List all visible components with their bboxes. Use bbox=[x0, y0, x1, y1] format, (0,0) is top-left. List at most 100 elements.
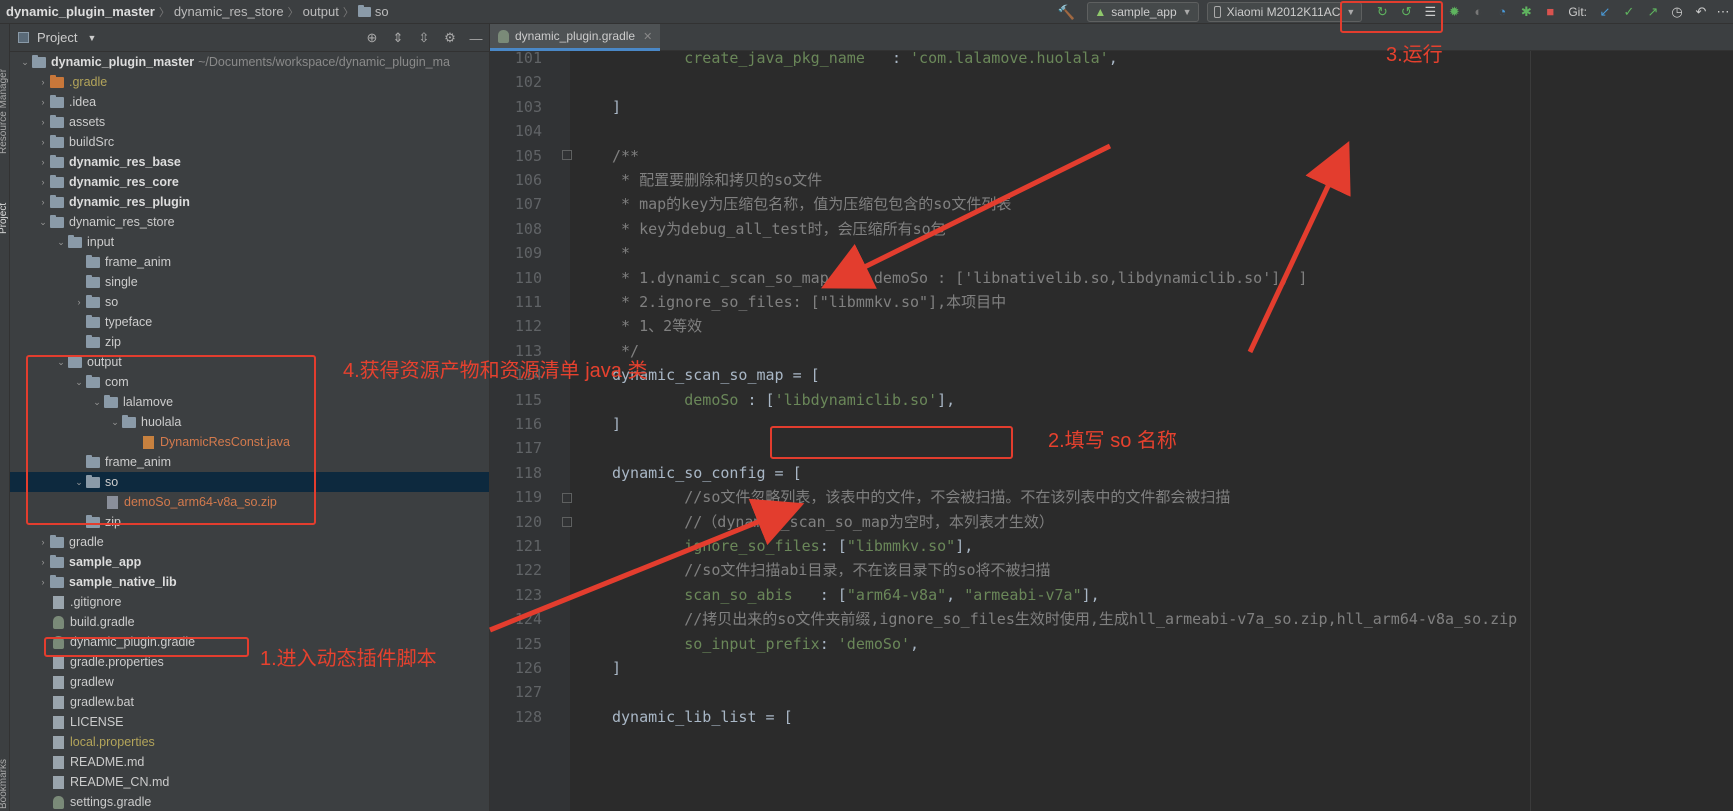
code-token: //拷贝出来的so文件夹前缀,ignore_so_files生效时使用,生成hl… bbox=[612, 610, 1518, 629]
minimize-icon[interactable]: — bbox=[463, 31, 489, 46]
tree-row[interactable]: frame_anim bbox=[10, 252, 489, 272]
code-token: : [ bbox=[738, 390, 775, 409]
expand-all-icon[interactable]: ⇕ bbox=[385, 30, 411, 46]
code-token: , bbox=[1108, 51, 1118, 67]
chevron-down-icon[interactable]: ⌄ bbox=[54, 237, 68, 248]
module-icon bbox=[50, 574, 64, 588]
module-icon bbox=[50, 554, 64, 568]
tree-row[interactable]: › .idea bbox=[10, 92, 489, 112]
breadcrumb-item-output[interactable]: output bbox=[299, 4, 343, 19]
stop-icon[interactable]: ■ bbox=[1538, 1, 1562, 23]
tree-row[interactable]: gradlew bbox=[10, 672, 489, 692]
tree-row[interactable]: › dynamic_res_core bbox=[10, 172, 489, 192]
tree-row[interactable]: settings.gradle bbox=[10, 792, 489, 811]
git-push-icon[interactable]: ↗ bbox=[1641, 1, 1665, 23]
chevron-right-icon[interactable]: › bbox=[36, 137, 50, 147]
close-icon[interactable]: ✕ bbox=[643, 30, 652, 43]
project-tab[interactable]: Project bbox=[0, 203, 9, 234]
module-icon bbox=[32, 54, 46, 68]
chevron-down-icon[interactable]: ⌄ bbox=[36, 217, 50, 228]
tree-row-label: assets bbox=[69, 115, 106, 129]
tree-row[interactable]: gradlew.bat bbox=[10, 692, 489, 712]
history-clock-icon[interactable]: ◷ bbox=[1665, 1, 1689, 23]
dropdown-arrow-icon[interactable]: ▼ bbox=[87, 33, 96, 43]
profiler-icon[interactable]: ◔ bbox=[1490, 1, 1514, 23]
breadcrumb-item-root[interactable]: dynamic_plugin_master bbox=[2, 4, 159, 19]
tree-row[interactable]: README.md bbox=[10, 752, 489, 772]
tree-row[interactable]: ⌄ dynamic_plugin_master ~/Documents/worksp… bbox=[10, 52, 489, 72]
module-icon bbox=[50, 194, 64, 208]
code-text: /** bbox=[612, 143, 639, 170]
bookmarks-tab[interactable]: Bookmarks bbox=[0, 759, 9, 809]
tree-row[interactable]: › dynamic_res_plugin bbox=[10, 192, 489, 212]
line-number: 119 bbox=[514, 488, 542, 507]
tree-row[interactable]: › sample_app bbox=[10, 552, 489, 572]
phone-icon bbox=[1213, 6, 1221, 18]
code-line: 121 ignore_so_files: ["libmmkv.so"], bbox=[490, 533, 1733, 560]
line-number: 127 bbox=[514, 683, 542, 702]
chevron-right-icon[interactable]: › bbox=[36, 77, 50, 87]
collapse-all-icon[interactable]: ⇳ bbox=[411, 30, 437, 46]
tree-row-label: single bbox=[105, 275, 138, 289]
chevron-down-icon[interactable]: ⌄ bbox=[18, 57, 32, 68]
git-commit-icon[interactable]: ✓ bbox=[1617, 1, 1641, 23]
locate-target-icon[interactable]: ⊕ bbox=[359, 30, 385, 46]
tree-row[interactable]: build.gradle bbox=[10, 612, 489, 632]
tree-row[interactable]: typeface bbox=[10, 312, 489, 332]
tree-row[interactable]: .gitignore bbox=[10, 592, 489, 612]
tree-row[interactable]: LICENSE bbox=[10, 712, 489, 732]
tree-row-label: .idea bbox=[69, 95, 97, 109]
code-token: //so文件扫描abi目录，不在该目录下的so将不被扫描 bbox=[612, 561, 1051, 580]
tree-row[interactable]: local.properties bbox=[10, 732, 489, 752]
tree-row-path: ~/Documents/workspace/dynamic_plugin_ma bbox=[198, 55, 450, 69]
tree-row[interactable]: › dynamic_res_base bbox=[10, 152, 489, 172]
chevron-right-icon[interactable]: › bbox=[72, 297, 86, 307]
coverage-icon[interactable]: ◐ bbox=[1466, 1, 1490, 23]
tree-row[interactable]: › buildSrc bbox=[10, 132, 489, 152]
chevron-right-icon[interactable]: › bbox=[36, 117, 50, 127]
rollback-icon[interactable]: ↶ bbox=[1689, 1, 1713, 23]
tree-row[interactable]: zip bbox=[10, 332, 489, 352]
chevron-right-icon[interactable]: › bbox=[36, 537, 50, 547]
more-icon[interactable]: ⋯ bbox=[1713, 1, 1733, 23]
breadcrumb-item-store[interactable]: dynamic_res_store bbox=[170, 4, 288, 19]
chevron-right-icon[interactable]: › bbox=[36, 157, 50, 167]
tree-row[interactable]: › so bbox=[10, 292, 489, 312]
device-select[interactable]: Xiaomi M2012K11AC ▼ bbox=[1206, 2, 1363, 22]
editor-tab[interactable]: dynamic_plugin.gradle ✕ bbox=[490, 24, 660, 51]
tree-row-label: .gitignore bbox=[70, 595, 122, 609]
chevron-right-icon: 〉 bbox=[342, 6, 354, 19]
gear-icon[interactable]: ⚙ bbox=[437, 30, 463, 46]
code-line: 114 dynamic_scan_so_map = [ bbox=[490, 362, 1733, 389]
code-text: * 配置要删除和拷贝的so文件 bbox=[612, 167, 822, 194]
output-folder-highlight bbox=[26, 355, 316, 525]
chevron-right-icon[interactable]: › bbox=[36, 577, 50, 587]
build-hammer-icon[interactable]: 🔨 bbox=[1055, 1, 1077, 23]
tree-row[interactable]: › .gradle bbox=[10, 72, 489, 92]
tree-row-label: local.properties bbox=[70, 735, 155, 749]
tree-row[interactable]: › sample_native_lib bbox=[10, 572, 489, 592]
chevron-right-icon[interactable]: › bbox=[36, 197, 50, 207]
code-token: /** bbox=[612, 146, 640, 165]
project-view-icon bbox=[18, 32, 29, 43]
chevron-right-icon[interactable]: › bbox=[36, 557, 50, 567]
breadcrumb-item-so[interactable]: so bbox=[354, 4, 393, 19]
code-text: demoSo : ['libdynamiclib.so'], bbox=[612, 387, 955, 414]
code-text: * 1、2等效 bbox=[612, 313, 702, 340]
project-panel-title[interactable]: Project bbox=[37, 30, 77, 45]
run-config-select[interactable]: ▲ sample_app ▼ bbox=[1087, 2, 1199, 22]
chevron-right-icon[interactable]: › bbox=[36, 177, 50, 187]
code-token: * 2.ignore_so_files: ["libmmkv.so"],本项目中 bbox=[612, 293, 1007, 311]
resource-manager-tab[interactable]: Resource Manager bbox=[0, 69, 9, 154]
tree-row[interactable]: single bbox=[10, 272, 489, 292]
tree-row[interactable]: README_CN.md bbox=[10, 772, 489, 792]
tree-row[interactable]: ⌄ input bbox=[10, 232, 489, 252]
git-update-icon[interactable]: ↙ bbox=[1593, 1, 1617, 23]
tree-row[interactable]: ⌄ dynamic_res_store bbox=[10, 212, 489, 232]
chevron-right-icon[interactable]: › bbox=[36, 97, 50, 107]
tree-row[interactable]: › gradle bbox=[10, 532, 489, 552]
tree-row[interactable]: › assets bbox=[10, 112, 489, 132]
attach-debugger-icon[interactable]: ✱ bbox=[1514, 1, 1538, 23]
debug-bug-icon[interactable]: ✹ bbox=[1442, 1, 1466, 23]
